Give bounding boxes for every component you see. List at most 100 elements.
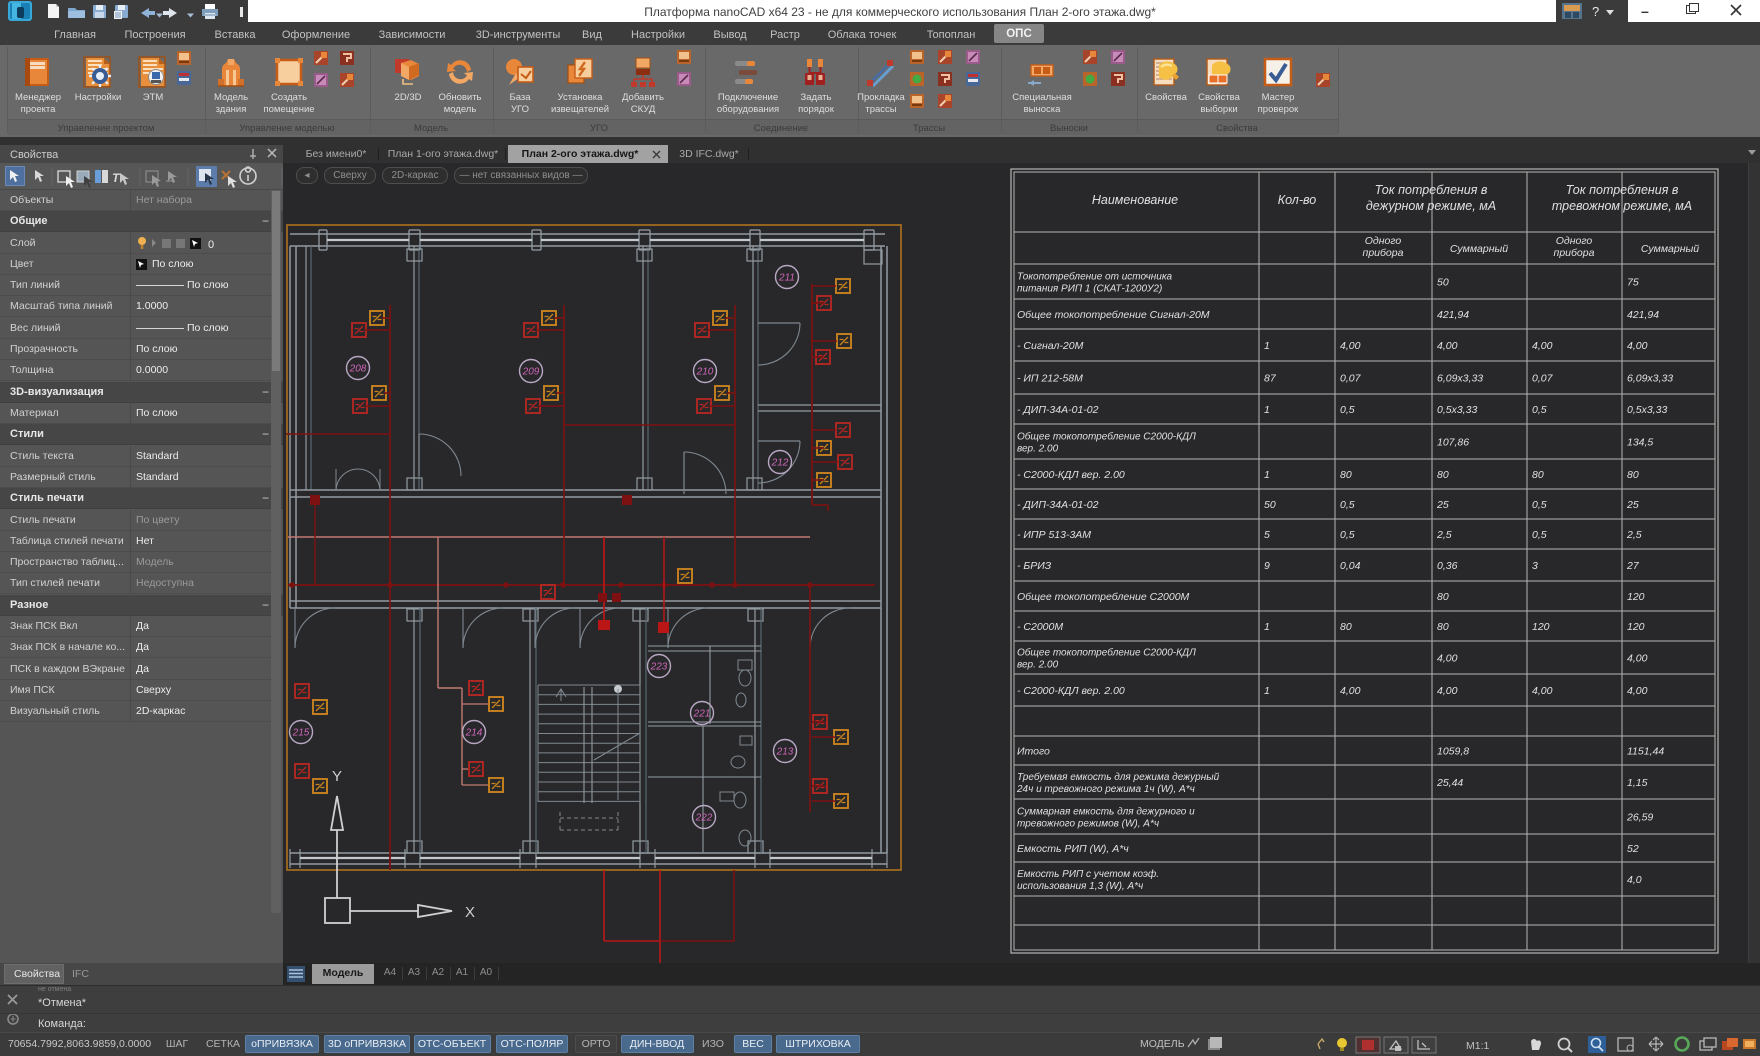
svg-text:Наименование: Наименование bbox=[1092, 193, 1178, 207]
svg-text:0,07: 0,07 bbox=[1532, 373, 1554, 385]
svg-text:5: 5 bbox=[1264, 529, 1270, 541]
svg-text:использования 1,3 (W), А*ч: использования 1,3 (W), А*ч bbox=[1017, 881, 1143, 892]
svg-text:120: 120 bbox=[1627, 591, 1645, 603]
svg-text:дежурном режиме, мА: дежурном режиме, мА bbox=[1366, 199, 1496, 213]
svg-text:Одного: Одного bbox=[1365, 235, 1402, 247]
svg-text:вер. 2.00: вер. 2.00 bbox=[1017, 444, 1059, 455]
svg-text:Ток потребления в: Ток потребления в bbox=[1566, 183, 1679, 197]
svg-text:Y: Y bbox=[332, 768, 342, 785]
svg-text:2,5: 2,5 bbox=[1626, 529, 1642, 541]
svg-text:4,00: 4,00 bbox=[1627, 685, 1648, 697]
svg-text:1059,8: 1059,8 bbox=[1437, 746, 1469, 758]
svg-text:4,0: 4,0 bbox=[1627, 874, 1642, 886]
svg-text:Суммарный: Суммарный bbox=[1641, 243, 1699, 255]
svg-text:1: 1 bbox=[1264, 685, 1270, 697]
svg-text:М1:1: М1:1 bbox=[1466, 1040, 1490, 1052]
svg-text:0,5: 0,5 bbox=[1340, 404, 1355, 416]
svg-text:222: 222 bbox=[695, 813, 713, 824]
svg-text:213: 213 bbox=[776, 747, 794, 758]
svg-text:питания РИП 1 (СКАТ-1200У2): питания РИП 1 (СКАТ-1200У2) bbox=[1017, 284, 1162, 295]
svg-text:4,00: 4,00 bbox=[1627, 340, 1648, 352]
svg-text:223: 223 bbox=[650, 662, 668, 673]
svg-text:0,36: 0,36 bbox=[1437, 560, 1458, 572]
svg-text:X: X bbox=[465, 904, 475, 921]
svg-text:4,00: 4,00 bbox=[1437, 685, 1458, 697]
svg-text:107,86: 107,86 bbox=[1437, 437, 1469, 449]
svg-text:50: 50 bbox=[1264, 499, 1276, 511]
svg-text:- С2000-КДЛ вер. 2.00: - С2000-КДЛ вер. 2.00 bbox=[1017, 469, 1125, 481]
svg-text:421,94: 421,94 bbox=[1627, 309, 1659, 321]
svg-text:50: 50 bbox=[1437, 277, 1449, 289]
svg-text:4,00: 4,00 bbox=[1532, 340, 1553, 352]
svg-text:0,5: 0,5 bbox=[1340, 499, 1355, 511]
svg-text:24ч и тревожного режима 1ч (W): 24ч и тревожного режима 1ч (W), А*ч bbox=[1016, 784, 1195, 795]
svg-text:Итого: Итого bbox=[1017, 746, 1050, 758]
svg-text:Общее токопотребление Сигнал-2: Общее токопотребление Сигнал-20М bbox=[1017, 309, 1210, 321]
svg-text:- ДИП-34А-01-02: - ДИП-34А-01-02 bbox=[1017, 499, 1099, 511]
svg-text:208: 208 bbox=[349, 364, 367, 375]
svg-text:1: 1 bbox=[1264, 621, 1270, 633]
svg-text:вер. 2.00: вер. 2.00 bbox=[1017, 660, 1059, 671]
svg-text:215: 215 bbox=[292, 728, 310, 739]
svg-text:прибора: прибора bbox=[1554, 247, 1595, 259]
svg-text:4,00: 4,00 bbox=[1340, 685, 1361, 697]
svg-text:80: 80 bbox=[1627, 469, 1639, 481]
svg-text:0: 0 bbox=[208, 239, 214, 251]
svg-text:1: 1 bbox=[1264, 404, 1270, 416]
svg-text:- С2000М: - С2000М bbox=[1017, 621, 1063, 633]
svg-text:120: 120 bbox=[1627, 621, 1645, 633]
svg-text:2,5: 2,5 bbox=[1436, 529, 1452, 541]
svg-text:Суммарная емкость для дежурног: Суммарная емкость для дежурного и bbox=[1017, 807, 1195, 818]
svg-text:- Сигнал-20М: - Сигнал-20М bbox=[1017, 340, 1084, 352]
svg-text:134,5: 134,5 bbox=[1627, 437, 1653, 449]
svg-text:75: 75 bbox=[1627, 277, 1639, 289]
svg-text:209: 209 bbox=[522, 367, 540, 378]
svg-text:6,09х3,33: 6,09х3,33 bbox=[1627, 373, 1673, 385]
svg-text:1151,44: 1151,44 bbox=[1627, 746, 1664, 758]
svg-text:0,07: 0,07 bbox=[1340, 373, 1362, 385]
svg-text:Ток потребления в: Ток потребления в bbox=[1375, 183, 1488, 197]
svg-text:Кол-во: Кол-во bbox=[1278, 193, 1317, 207]
svg-text:тревожном режиме, мА: тревожном режиме, мА bbox=[1552, 199, 1692, 213]
svg-text:- БРИЗ: - БРИЗ bbox=[1017, 560, 1052, 572]
svg-text:80: 80 bbox=[1340, 621, 1352, 633]
svg-text:4,00: 4,00 bbox=[1437, 653, 1458, 665]
svg-text:- ИП 212-58М: - ИП 212-58М bbox=[1017, 373, 1083, 385]
svg-text:80: 80 bbox=[1340, 469, 1352, 481]
svg-text:- С2000-КДЛ вер. 2.00: - С2000-КДЛ вер. 2.00 bbox=[1017, 685, 1125, 697]
svg-text:80: 80 bbox=[1437, 469, 1449, 481]
svg-text:421,94: 421,94 bbox=[1437, 309, 1469, 321]
svg-text:Токопотребление от источника: Токопотребление от источника bbox=[1017, 271, 1173, 283]
svg-text:Общее токопотребление С2000М: Общее токопотребление С2000М bbox=[1017, 591, 1190, 603]
svg-text:Общее токопотребление С2000-КД: Общее токопотребление С2000-КДЛ bbox=[1017, 431, 1196, 443]
svg-text:27: 27 bbox=[1626, 560, 1640, 572]
svg-text:0,5: 0,5 bbox=[1532, 499, 1547, 511]
svg-text:0,5: 0,5 bbox=[1532, 404, 1547, 416]
svg-text:- ИПР 513-3АМ: - ИПР 513-3АМ bbox=[1017, 529, 1091, 541]
svg-text:тревожного режимов (W), А*ч: тревожного режимов (W), А*ч bbox=[1017, 819, 1159, 830]
svg-text:25: 25 bbox=[1626, 499, 1639, 511]
svg-text:Требуемая емкость для режима д: Требуемая емкость для режима дежурный bbox=[1017, 771, 1220, 783]
svg-text:87: 87 bbox=[1264, 373, 1277, 385]
svg-text:210: 210 bbox=[696, 367, 714, 378]
svg-text:80: 80 bbox=[1532, 469, 1544, 481]
svg-text:80: 80 bbox=[1437, 591, 1449, 603]
svg-text:1: 1 bbox=[1264, 469, 1270, 481]
svg-text:25: 25 bbox=[1436, 499, 1449, 511]
svg-text:прибора: прибора bbox=[1363, 247, 1404, 259]
svg-text:3: 3 bbox=[1532, 560, 1538, 572]
svg-text:0,5: 0,5 bbox=[1532, 529, 1547, 541]
svg-text:- ДИП-34А-01-02: - ДИП-34А-01-02 bbox=[1017, 404, 1099, 416]
svg-text:Общее токопотребление С2000-КД: Общее токопотребление С2000-КДЛ bbox=[1017, 647, 1196, 659]
svg-text:52: 52 bbox=[1627, 843, 1639, 855]
svg-text:Суммарный: Суммарный bbox=[1450, 243, 1508, 255]
svg-text:4,00: 4,00 bbox=[1627, 653, 1648, 665]
svg-text:4,00: 4,00 bbox=[1340, 340, 1361, 352]
svg-text:211: 211 bbox=[778, 273, 795, 284]
svg-text:212: 212 bbox=[771, 458, 789, 469]
svg-text:221: 221 bbox=[693, 709, 711, 720]
svg-text:25,44: 25,44 bbox=[1436, 777, 1463, 789]
svg-text:0,5х3,33: 0,5х3,33 bbox=[1627, 404, 1667, 416]
svg-text:?: ? bbox=[1592, 4, 1599, 19]
svg-text:0,5: 0,5 bbox=[1340, 529, 1355, 541]
